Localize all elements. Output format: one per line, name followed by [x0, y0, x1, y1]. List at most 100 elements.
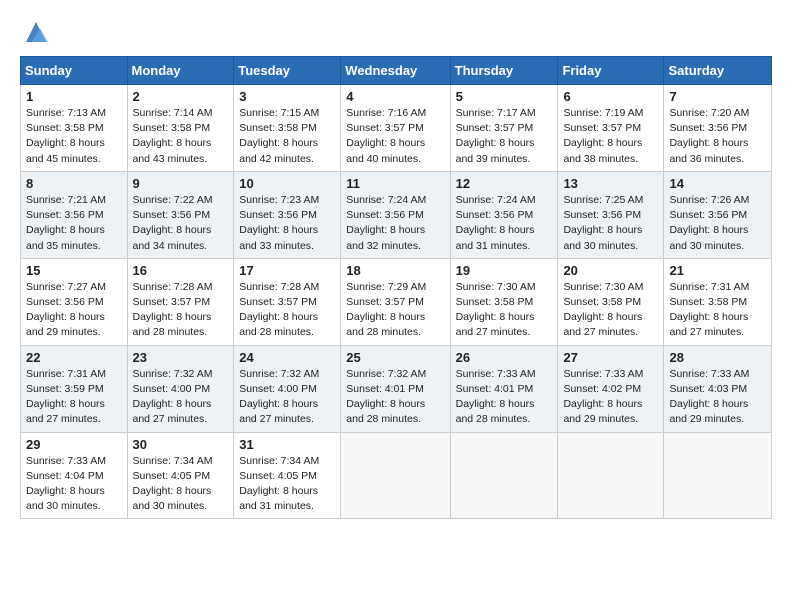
day-number: 29 — [26, 437, 122, 452]
day-number: 23 — [133, 350, 229, 365]
day-number: 2 — [133, 89, 229, 104]
calendar-week-row: 15 Sunrise: 7:27 AMSunset: 3:56 PMDayligh… — [21, 258, 772, 345]
calendar-table: Sunday Monday Tuesday Wednesday Thursday… — [20, 56, 772, 519]
day-info: Sunrise: 7:17 AMSunset: 3:57 PMDaylight:… — [456, 107, 536, 165]
day-number: 7 — [669, 89, 766, 104]
day-number: 11 — [346, 176, 444, 191]
table-row: 14 Sunrise: 7:26 AMSunset: 3:56 PMDayligh… — [664, 171, 772, 258]
table-row — [341, 432, 450, 519]
table-row: 17Sunrise: 7:28 AMSunset: 3:57 PMDayligh… — [234, 258, 341, 345]
table-row: 13 Sunrise: 7:25 AMSunset: 3:56 PMDayligh… — [558, 171, 664, 258]
day-number: 26 — [456, 350, 553, 365]
day-info: Sunrise: 7:13 AMSunset: 3:58 PMDaylight:… — [26, 107, 106, 165]
table-row: 8Sunrise: 7:21 AMSunset: 3:56 PMDaylight… — [21, 171, 128, 258]
table-row: 18 Sunrise: 7:29 AMSunset: 3:57 PMDayligh… — [341, 258, 450, 345]
day-info: Sunrise: 7:30 AMSunset: 3:58 PMDaylight:… — [563, 281, 643, 339]
table-row: 11 Sunrise: 7:24 AMSunset: 3:56 PMDayligh… — [341, 171, 450, 258]
calendar-week-row: 29Sunrise: 7:33 AMSunset: 4:04 PMDayligh… — [21, 432, 772, 519]
table-row: 23 Sunrise: 7:32 AMSunset: 4:00 PMDayligh… — [127, 345, 234, 432]
day-number: 1 — [26, 89, 122, 104]
day-info: Sunrise: 7:19 AMSunset: 3:57 PMDaylight:… — [563, 107, 643, 165]
day-info: Sunrise: 7:28 AMSunset: 3:57 PMDaylight:… — [133, 281, 213, 339]
day-info: Sunrise: 7:33 AMSunset: 4:01 PMDaylight:… — [456, 368, 536, 426]
col-monday: Monday — [127, 57, 234, 85]
table-row: 25 Sunrise: 7:32 AMSunset: 4:01 PMDayligh… — [341, 345, 450, 432]
day-number: 13 — [563, 176, 658, 191]
table-row — [664, 432, 772, 519]
col-friday: Friday — [558, 57, 664, 85]
day-number: 16 — [133, 263, 229, 278]
day-info: Sunrise: 7:16 AMSunset: 3:57 PMDaylight:… — [346, 107, 426, 165]
table-row — [558, 432, 664, 519]
day-info: Sunrise: 7:32 AMSunset: 4:00 PMDaylight:… — [239, 368, 319, 426]
day-number: 22 — [26, 350, 122, 365]
day-info: Sunrise: 7:33 AMSunset: 4:03 PMDaylight:… — [669, 368, 749, 426]
table-row: 27 Sunrise: 7:33 AMSunset: 4:02 PMDayligh… — [558, 345, 664, 432]
logo-icon — [22, 18, 50, 46]
table-row: 26 Sunrise: 7:33 AMSunset: 4:01 PMDayligh… — [450, 345, 558, 432]
day-number: 9 — [133, 176, 229, 191]
table-row: 19 Sunrise: 7:30 AMSunset: 3:58 PMDayligh… — [450, 258, 558, 345]
day-number: 10 — [239, 176, 335, 191]
day-number: 25 — [346, 350, 444, 365]
day-info: Sunrise: 7:33 AMSunset: 4:02 PMDaylight:… — [563, 368, 643, 426]
col-sunday: Sunday — [21, 57, 128, 85]
table-row — [450, 432, 558, 519]
day-info: Sunrise: 7:20 AMSunset: 3:56 PMDaylight:… — [669, 107, 749, 165]
day-number: 28 — [669, 350, 766, 365]
table-row: 10 Sunrise: 7:23 AMSunset: 3:56 PMDayligh… — [234, 171, 341, 258]
day-info: Sunrise: 7:30 AMSunset: 3:58 PMDaylight:… — [456, 281, 536, 339]
table-row: 16 Sunrise: 7:28 AMSunset: 3:57 PMDayligh… — [127, 258, 234, 345]
calendar-week-row: 1 Sunrise: 7:13 AMSunset: 3:58 PMDaylight… — [21, 85, 772, 172]
table-row: 3 Sunrise: 7:15 AMSunset: 3:58 PMDaylight… — [234, 85, 341, 172]
day-info: Sunrise: 7:27 AMSunset: 3:56 PMDaylight:… — [26, 281, 106, 339]
day-info: Sunrise: 7:26 AMSunset: 3:56 PMDaylight:… — [669, 194, 749, 252]
day-number: 30 — [133, 437, 229, 452]
day-number: 31 — [239, 437, 335, 452]
day-number: 27 — [563, 350, 658, 365]
day-number: 24 — [239, 350, 335, 365]
day-info: Sunrise: 7:25 AMSunset: 3:56 PMDaylight:… — [563, 194, 643, 252]
day-number: 19 — [456, 263, 553, 278]
calendar-page: Sunday Monday Tuesday Wednesday Thursday… — [0, 0, 792, 612]
day-info: Sunrise: 7:34 AMSunset: 4:05 PMDaylight:… — [239, 455, 319, 513]
col-thursday: Thursday — [450, 57, 558, 85]
day-number: 12 — [456, 176, 553, 191]
table-row: 7 Sunrise: 7:20 AMSunset: 3:56 PMDaylight… — [664, 85, 772, 172]
day-info: Sunrise: 7:24 AMSunset: 3:56 PMDaylight:… — [456, 194, 536, 252]
calendar-week-row: 22 Sunrise: 7:31 AMSunset: 3:59 PMDayligh… — [21, 345, 772, 432]
table-row: 6 Sunrise: 7:19 AMSunset: 3:57 PMDaylight… — [558, 85, 664, 172]
day-number: 3 — [239, 89, 335, 104]
day-info: Sunrise: 7:21 AMSunset: 3:56 PMDaylight:… — [26, 194, 106, 252]
day-info: Sunrise: 7:23 AMSunset: 3:56 PMDaylight:… — [239, 194, 319, 252]
calendar-header-row: Sunday Monday Tuesday Wednesday Thursday… — [21, 57, 772, 85]
table-row: 4 Sunrise: 7:16 AMSunset: 3:57 PMDaylight… — [341, 85, 450, 172]
day-number: 6 — [563, 89, 658, 104]
day-info: Sunrise: 7:32 AMSunset: 4:00 PMDaylight:… — [133, 368, 213, 426]
table-row: 5Sunrise: 7:17 AMSunset: 3:57 PMDaylight… — [450, 85, 558, 172]
day-number: 20 — [563, 263, 658, 278]
day-info: Sunrise: 7:22 AMSunset: 3:56 PMDaylight:… — [133, 194, 213, 252]
col-wednesday: Wednesday — [341, 57, 450, 85]
day-info: Sunrise: 7:31 AMSunset: 3:59 PMDaylight:… — [26, 368, 106, 426]
table-row: 9 Sunrise: 7:22 AMSunset: 3:56 PMDaylight… — [127, 171, 234, 258]
day-number: 4 — [346, 89, 444, 104]
page-header — [20, 18, 772, 46]
day-number: 15 — [26, 263, 122, 278]
table-row: 1 Sunrise: 7:13 AMSunset: 3:58 PMDaylight… — [21, 85, 128, 172]
calendar-week-row: 8Sunrise: 7:21 AMSunset: 3:56 PMDaylight… — [21, 171, 772, 258]
logo — [20, 18, 50, 46]
day-info: Sunrise: 7:32 AMSunset: 4:01 PMDaylight:… — [346, 368, 426, 426]
day-info: Sunrise: 7:15 AMSunset: 3:58 PMDaylight:… — [239, 107, 319, 165]
table-row: 20 Sunrise: 7:30 AMSunset: 3:58 PMDayligh… — [558, 258, 664, 345]
table-row: 30 Sunrise: 7:34 AMSunset: 4:05 PMDayligh… — [127, 432, 234, 519]
table-row: 21Sunrise: 7:31 AMSunset: 3:58 PMDayligh… — [664, 258, 772, 345]
col-tuesday: Tuesday — [234, 57, 341, 85]
day-info: Sunrise: 7:31 AMSunset: 3:58 PMDaylight:… — [669, 281, 749, 339]
day-number: 14 — [669, 176, 766, 191]
day-info: Sunrise: 7:24 AMSunset: 3:56 PMDaylight:… — [346, 194, 426, 252]
day-info: Sunrise: 7:29 AMSunset: 3:57 PMDaylight:… — [346, 281, 426, 339]
day-info: Sunrise: 7:34 AMSunset: 4:05 PMDaylight:… — [133, 455, 213, 513]
day-number: 18 — [346, 263, 444, 278]
day-info: Sunrise: 7:28 AMSunset: 3:57 PMDaylight:… — [239, 281, 319, 339]
